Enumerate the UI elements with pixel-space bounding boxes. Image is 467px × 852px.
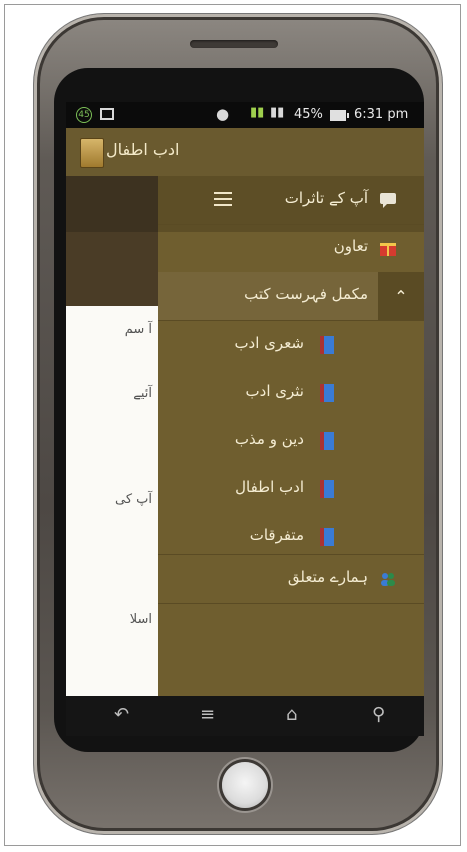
book-icon — [320, 528, 334, 546]
drawer-item-label: تعاون — [333, 237, 368, 255]
system-nav-bar: ↶ ≡ ⌂ ⚲ — [66, 696, 424, 736]
phone-speaker — [190, 40, 278, 48]
content-header-band — [66, 232, 158, 306]
back-icon[interactable]: ↶ — [114, 704, 129, 725]
people-icon — [381, 573, 395, 586]
signal-icon: ▮▮ — [250, 105, 265, 120]
subitem-poetry[interactable]: شعری ادب — [234, 334, 304, 352]
drawer-item-label: ہمارے متعلق — [287, 568, 368, 586]
app-title: ادب اطفال — [106, 140, 180, 159]
image-notification-icon — [100, 108, 114, 120]
drawer-item-label: آپ کے تاثرات — [284, 189, 368, 207]
search-icon[interactable]: ⚲ — [372, 704, 385, 725]
list-item[interactable]: آپ کی — [115, 492, 152, 507]
hardware-home-button[interactable] — [222, 762, 268, 808]
comment-icon — [380, 193, 396, 208]
app-action-bar: ادب اطفال — [66, 128, 424, 176]
navigation-drawer: آپ کے تاثرات تعاون مکمل فہرست کتب ⌃ شعری… — [158, 176, 424, 696]
list-item[interactable]: آئیے — [133, 386, 152, 401]
menu-icon[interactable]: ≡ — [200, 704, 215, 725]
drawer-item-feedback[interactable]: آپ کے تاثرات — [158, 176, 424, 225]
battery-icon — [330, 110, 349, 121]
drawer-item-about[interactable]: ہمارے متعلق — [158, 554, 424, 604]
drawer-item-books[interactable]: مکمل فہرست کتب ⌃ — [158, 272, 424, 321]
gift-icon — [380, 243, 396, 256]
drawer-item-support[interactable]: تعاون — [158, 224, 424, 273]
clock: 6:31 pm — [354, 107, 409, 122]
book-icon — [320, 336, 334, 354]
home-icon[interactable]: ⌂ — [286, 704, 297, 725]
battery-percent: 45% — [294, 107, 323, 122]
notification-badge: 45 — [76, 107, 92, 123]
book-icon — [320, 432, 334, 450]
list-item[interactable]: آ سم — [125, 322, 152, 337]
book-icon — [320, 480, 334, 498]
subitem-misc[interactable]: متفرقات — [250, 526, 304, 544]
wifi-icon: ● — [216, 105, 230, 123]
subitem-children[interactable]: ادب اطفال — [235, 478, 304, 496]
signal-icon-2: ▮▮ — [270, 105, 285, 120]
status-bar: 45 ● ▮▮ ▮▮ 45% 6:31 pm — [66, 102, 424, 128]
subitem-prose[interactable]: نثری ادب — [246, 382, 304, 400]
phone-screen: 45 ● ▮▮ ▮▮ 45% 6:31 pm ادب اطفال آ سم آئ… — [66, 102, 424, 696]
hamburger-menu-icon[interactable] — [214, 192, 232, 206]
chevron-up-icon[interactable]: ⌃ — [378, 272, 424, 320]
drawer-item-label: مکمل فہرست کتب — [244, 285, 368, 303]
main-content: آ سم آئیے آپ کی اسلا — [66, 176, 158, 696]
app-logo-icon[interactable] — [80, 138, 104, 168]
book-icon — [320, 384, 334, 402]
list-item[interactable]: اسلا — [130, 612, 152, 627]
subitem-religion[interactable]: دین و مذب — [235, 430, 304, 448]
